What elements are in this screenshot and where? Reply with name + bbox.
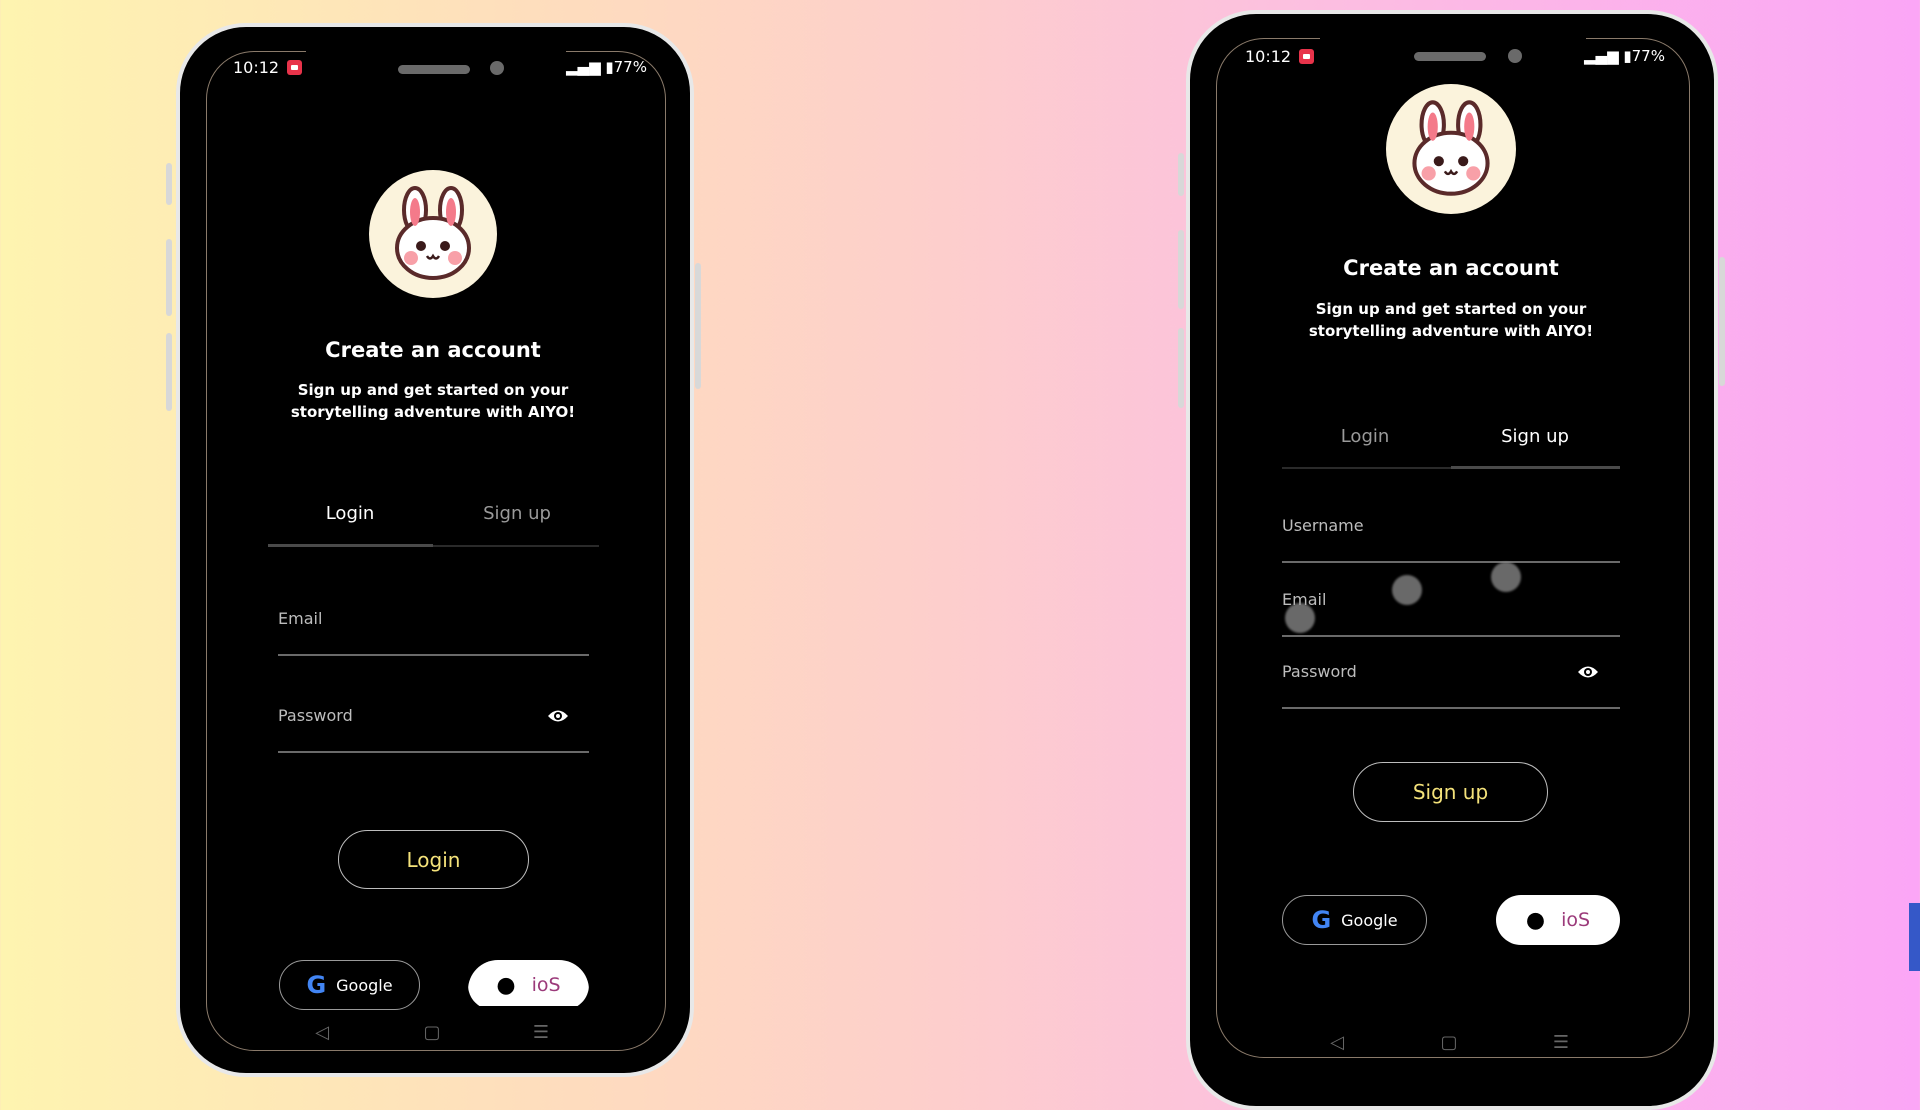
camera bbox=[490, 61, 504, 75]
side-button bbox=[166, 163, 172, 205]
password-field[interactable]: Password bbox=[1282, 662, 1357, 681]
nav-menu-icon[interactable]: ☰ bbox=[1553, 1032, 1569, 1053]
username-field[interactable]: Username bbox=[1282, 516, 1364, 535]
eye-icon[interactable] bbox=[1577, 665, 1599, 679]
nav-menu-icon[interactable]: ☰ bbox=[533, 1022, 549, 1043]
power-button bbox=[1719, 257, 1725, 386]
volume-up-button bbox=[166, 239, 172, 316]
tab-signup[interactable]: Sign up bbox=[1501, 426, 1569, 447]
page-title: Create an account bbox=[1343, 256, 1559, 280]
nav-home-icon[interactable]: ▢ bbox=[423, 1022, 440, 1043]
email-field[interactable]: Email bbox=[278, 609, 322, 628]
nav-back-icon[interactable]: ◁ bbox=[1330, 1032, 1344, 1053]
password-underline bbox=[278, 751, 589, 753]
subtitle: Sign up and get started on your storytell… bbox=[290, 381, 576, 421]
notch bbox=[306, 27, 566, 95]
bunny-logo bbox=[1386, 84, 1516, 214]
page-title: Create an account bbox=[325, 338, 541, 362]
eye-icon[interactable] bbox=[547, 709, 569, 723]
bunny-logo bbox=[369, 170, 497, 298]
email-underline bbox=[278, 654, 589, 656]
volume-down-button bbox=[1178, 328, 1184, 408]
screen-record-icon bbox=[287, 60, 303, 75]
status-time: 10:12 bbox=[233, 58, 303, 77]
signup-button[interactable]: Sign up bbox=[1353, 762, 1548, 822]
apple-icon: ● bbox=[1525, 907, 1546, 933]
status-battery: ▂▄▆ ▮77% bbox=[1584, 47, 1665, 65]
camera bbox=[1508, 49, 1522, 63]
subtitle: Sign up and get started on your storytell… bbox=[1308, 300, 1594, 340]
power-button bbox=[695, 263, 701, 389]
nav-back-icon[interactable]: ◁ bbox=[315, 1022, 329, 1043]
password-field[interactable]: Password bbox=[278, 706, 353, 725]
google-icon: G bbox=[1311, 906, 1332, 934]
status-time: 10:12 bbox=[1245, 47, 1315, 66]
ios-button[interactable]: ● ioS bbox=[468, 960, 589, 1006]
ios-button-clip: ● ioS bbox=[468, 960, 589, 1006]
tab-signup[interactable]: Sign up bbox=[483, 503, 551, 524]
touch-indicator bbox=[1392, 575, 1422, 605]
password-underline bbox=[1282, 707, 1620, 709]
login-button[interactable]: Login bbox=[338, 830, 529, 889]
google-button[interactable]: G Google bbox=[279, 960, 420, 1010]
volume-down-button bbox=[166, 333, 172, 411]
tab-active-indicator bbox=[268, 544, 433, 547]
google-icon: G bbox=[306, 971, 327, 999]
edge-tab[interactable] bbox=[1909, 903, 1920, 971]
apple-icon: ● bbox=[496, 972, 516, 998]
side-button bbox=[1178, 153, 1184, 196]
tab-login[interactable]: Login bbox=[326, 503, 375, 524]
ios-button[interactable]: ● ioS bbox=[1496, 895, 1620, 945]
status-battery: ▂▄▆ ▮77% bbox=[566, 58, 647, 76]
notch bbox=[1320, 14, 1586, 80]
volume-up-button bbox=[1178, 230, 1184, 309]
touch-indicator bbox=[1285, 603, 1315, 633]
google-button[interactable]: G Google bbox=[1282, 895, 1427, 945]
speaker bbox=[1414, 52, 1486, 61]
screen-record-icon bbox=[1299, 49, 1315, 64]
username-underline bbox=[1282, 561, 1620, 563]
tab-active-indicator bbox=[1451, 466, 1620, 469]
touch-indicator bbox=[1491, 562, 1521, 592]
email-underline bbox=[1282, 635, 1620, 637]
nav-home-icon[interactable]: ▢ bbox=[1440, 1032, 1457, 1053]
tab-login[interactable]: Login bbox=[1341, 426, 1390, 447]
speaker bbox=[398, 65, 470, 74]
